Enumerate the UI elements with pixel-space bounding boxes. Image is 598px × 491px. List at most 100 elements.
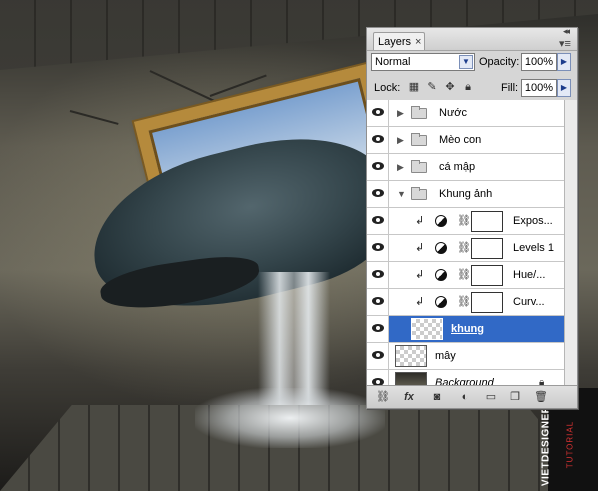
layer-name: cá mập [439, 161, 476, 173]
layer-row[interactable]: ▶ Nước [367, 100, 564, 127]
layer-name: Curv... [513, 296, 545, 308]
opacity-input[interactable]: 100% [521, 53, 557, 71]
blend-mode-select[interactable]: Normal ▼ [371, 53, 475, 71]
eye-icon [372, 135, 384, 143]
visibility-toggle[interactable] [367, 208, 389, 234]
collapse-icon[interactable]: ◂◂ [563, 26, 570, 37]
clipping-arrow-icon: ↲ [415, 215, 425, 227]
visibility-toggle[interactable] [367, 181, 389, 207]
visibility-toggle[interactable] [367, 370, 389, 385]
clipping-arrow-icon: ↲ [415, 296, 425, 308]
layer-row[interactable]: ▼ Khung ảnh [367, 181, 564, 208]
eye-icon [372, 270, 384, 278]
lock-transparency-icon[interactable]: ▦ [407, 80, 421, 94]
layers-scrollbar[interactable] [564, 100, 577, 385]
fill-input[interactable]: 100% [521, 79, 557, 97]
fill-label: Fill: [501, 82, 519, 94]
layer-row[interactable]: ↲ ⛓︎ Hue/... [367, 262, 564, 289]
clipping-arrow-icon: ↲ [415, 269, 425, 281]
visibility-toggle[interactable] [367, 235, 389, 261]
lock-image-icon[interactable]: ✎ [425, 80, 439, 94]
new-group-icon[interactable]: ▭ [483, 389, 499, 405]
expand-triangle-icon[interactable]: ▶ [397, 135, 404, 146]
visibility-toggle[interactable] [367, 289, 389, 315]
layer-thumbnail[interactable] [411, 318, 443, 340]
link-layers-icon[interactable]: ⛓︎ [375, 389, 391, 405]
add-mask-icon[interactable]: ◙ [429, 389, 445, 405]
water-splash [195, 388, 385, 448]
layer-thumbnail[interactable] [395, 372, 427, 385]
visibility-toggle[interactable] [367, 154, 389, 180]
adjustment-layer-icon[interactable]: ◐ [457, 389, 473, 405]
blend-mode-value: Normal [375, 56, 411, 68]
visibility-toggle[interactable] [367, 316, 389, 342]
layer-row[interactable]: ▶ Mèo con [367, 127, 564, 154]
delete-layer-icon[interactable]: 🗑︎ [533, 389, 549, 405]
lock-all-icon[interactable]: 🔒︎ [461, 80, 475, 94]
layer-name: Nước [439, 107, 468, 119]
chevron-down-icon[interactable]: ▼ [459, 55, 473, 69]
panel-titlebar[interactable]: Layers × ◂◂ ▾≡ [367, 26, 577, 51]
folder-icon [411, 106, 427, 119]
folder-icon [411, 133, 427, 146]
expand-triangle-icon[interactable]: ▶ [397, 108, 404, 119]
wall-crack [149, 70, 223, 106]
fill-slider-arrow-icon[interactable]: ▶ [557, 79, 571, 97]
link-icon[interactable]: ⛓︎ [457, 268, 471, 281]
eye-icon [372, 297, 384, 305]
eye-icon [372, 351, 384, 359]
collapse-triangle-icon[interactable]: ▼ [397, 189, 406, 199]
layer-mask-thumbnail[interactable] [471, 292, 503, 313]
visibility-toggle[interactable] [367, 343, 389, 369]
adjustment-icon [435, 242, 447, 254]
layer-name: Background [435, 377, 494, 385]
adjustment-icon [435, 269, 447, 281]
layer-row[interactable]: Background 🔒︎ [367, 370, 564, 385]
lock-position-icon[interactable]: ✥ [443, 80, 457, 94]
layers-panel: Layers × ◂◂ ▾≡ Normal ▼ Opacity: 100% ▶ … [366, 26, 578, 409]
fx-icon[interactable]: fx [401, 389, 417, 405]
layer-row[interactable]: mây [367, 343, 564, 370]
expand-triangle-icon[interactable]: ▶ [397, 162, 404, 173]
folder-icon [411, 160, 427, 173]
panel-bottom-toolbar: ⛓︎ fx ◙ ◐ ▭ ❐ 🗑︎ [367, 385, 577, 408]
layer-name: Mèo con [439, 134, 482, 146]
visibility-toggle[interactable] [367, 262, 389, 288]
adjustment-icon [435, 296, 447, 308]
visibility-toggle[interactable] [367, 100, 389, 126]
eye-icon [372, 243, 384, 251]
layer-name: khung [451, 323, 484, 335]
layer-row-selected[interactable]: khung [367, 316, 564, 343]
tab-close-icon[interactable]: × [415, 33, 421, 51]
opacity-slider-arrow-icon[interactable]: ▶ [557, 53, 571, 71]
visibility-toggle[interactable] [367, 127, 389, 153]
layer-mask-thumbnail[interactable] [471, 265, 503, 286]
layer-name: Hue/... [513, 269, 546, 281]
layer-row[interactable]: ↲ ⛓︎ Expos... [367, 208, 564, 235]
layer-row[interactable]: ↲ ⛓︎ Levels 1 [367, 235, 564, 262]
tab-layers[interactable]: Layers × [373, 32, 425, 50]
eye-icon [372, 216, 384, 224]
opacity-label: Opacity: [479, 56, 520, 68]
panel-menu-icon[interactable]: ▾≡ [559, 37, 571, 50]
link-icon[interactable]: ⛓︎ [457, 214, 471, 227]
layer-mask-thumbnail[interactable] [471, 238, 503, 259]
link-icon[interactable]: ⛓︎ [457, 241, 471, 254]
folder-icon [411, 187, 427, 200]
layer-row[interactable]: ▶ cá mập [367, 154, 564, 181]
lock-icon: 🔒︎ [539, 377, 545, 385]
layer-name: Levels 1 [513, 242, 554, 254]
eye-icon [372, 108, 384, 116]
layer-name: Khung ảnh [439, 188, 493, 200]
tab-layers-label: Layers [378, 36, 412, 48]
eye-icon [372, 162, 384, 170]
layer-row[interactable]: ↲ ⛓︎ Curv... [367, 289, 564, 316]
new-layer-icon[interactable]: ❐ [507, 389, 523, 405]
lock-label: Lock: [374, 82, 401, 94]
layer-thumbnail[interactable] [395, 345, 427, 367]
layer-mask-thumbnail[interactable] [471, 211, 503, 232]
link-icon[interactable]: ⛓︎ [457, 295, 471, 308]
eye-icon [372, 378, 384, 385]
clipping-arrow-icon: ↲ [415, 242, 425, 254]
adjustment-icon [435, 215, 447, 227]
